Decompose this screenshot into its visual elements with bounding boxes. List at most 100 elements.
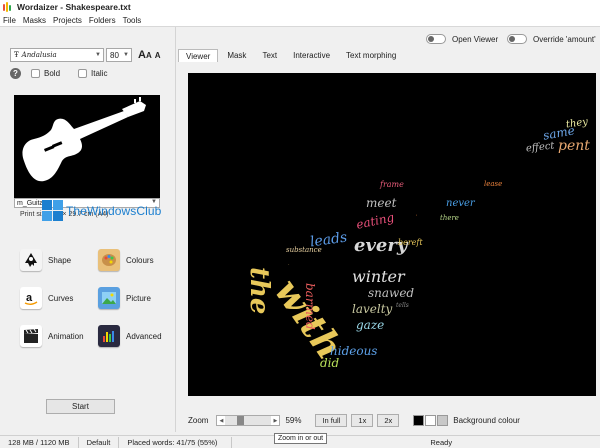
menu-masks[interactable]: Masks: [23, 16, 46, 25]
zoom-tooltip: Zoom in or out: [274, 433, 328, 444]
word: barmed: [303, 283, 317, 330]
tab-text[interactable]: Text: [255, 49, 284, 62]
open-viewer-toggle[interactable]: [426, 34, 446, 44]
word: effect: [525, 140, 555, 155]
placed-words-status: Placed words: 41/75 (55%): [119, 436, 233, 448]
zoom-slider[interactable]: ◀ ▶: [216, 415, 281, 426]
word: snawed: [368, 286, 415, 300]
title-bar: Wordaizer - Shakespeare.txt: [0, 0, 600, 14]
decrease-font-size-icon[interactable]: A: [155, 49, 161, 61]
open-viewer-option[interactable]: Open Viewer: [426, 34, 498, 44]
menu-folders[interactable]: Folders: [89, 16, 116, 25]
background-colour-label: Background colour: [453, 416, 520, 425]
memory-status: 128 MB / 1120 MB: [0, 436, 79, 448]
bg-colour-black-swatch[interactable]: [413, 415, 425, 426]
open-viewer-label: Open Viewer: [452, 34, 499, 44]
word-fragment: ·: [288, 262, 290, 268]
mode-status: Default: [79, 436, 120, 448]
zoom-controls: Zoom ◀ ▶ 59% In full 1x 2x Background co…: [188, 414, 520, 427]
font-size-value: 80: [110, 50, 119, 60]
picture-icon: [98, 287, 120, 309]
zoom-label: Zoom: [188, 416, 209, 425]
italic-checkbox[interactable]: [78, 69, 88, 78]
truetype-icon: Ŧ: [14, 51, 19, 59]
window-title: Wordaizer - Shakespeare.txt: [17, 2, 131, 12]
zoom-1x-button[interactable]: 1x: [351, 414, 374, 427]
word: substance: [286, 246, 322, 254]
zoom-thumb[interactable]: [237, 416, 245, 425]
mask-preview[interactable]: [14, 95, 160, 198]
menu-tools[interactable]: Tools: [123, 16, 142, 25]
chevron-right-icon[interactable]: ▶: [271, 418, 279, 424]
svg-text:a: a: [26, 292, 33, 304]
palette-icon: [98, 249, 120, 271]
chevron-down-icon[interactable]: ▼: [93, 49, 103, 61]
menu-bar: File Masks Projects Folders Tools: [0, 14, 600, 27]
picture-tool-button[interactable]: Picture: [98, 287, 151, 309]
font-size-select[interactable]: 80 ▼: [106, 48, 132, 62]
font-family-select[interactable]: Ŧ Andalusia ▼: [10, 48, 104, 62]
word: tells: [396, 302, 409, 309]
view-tabs: Viewer Mask Text Interactive Text morphi…: [178, 49, 405, 62]
advanced-tool-button[interactable]: Advanced: [98, 325, 162, 347]
shape-tool-label: Shape: [48, 255, 72, 265]
advanced-tool-label: Advanced: [126, 331, 162, 341]
font-controls: Ŧ Andalusia ▼ 80 ▼ AA A: [10, 48, 161, 62]
colours-tool-button[interactable]: Colours: [98, 249, 154, 271]
watermark: TheWindowsClub: [42, 200, 161, 222]
word: meet: [366, 196, 397, 210]
tab-mask[interactable]: Mask: [220, 49, 253, 62]
word: gaze: [356, 318, 385, 332]
font-family-value: Andalusia: [21, 51, 57, 59]
animation-tool-label: Animation: [48, 331, 84, 341]
tab-viewer[interactable]: Viewer: [178, 49, 219, 62]
style-controls: ? Bold Italic: [10, 68, 125, 79]
guitar-silhouette-icon: [22, 97, 146, 182]
word: winter: [352, 267, 405, 286]
zoom-in-full-button[interactable]: In full: [315, 414, 348, 427]
menu-file[interactable]: File: [3, 16, 16, 25]
word: never: [446, 198, 475, 209]
italic-label: Italic: [91, 69, 108, 78]
word: bereft: [398, 238, 423, 247]
word: eating: [354, 210, 396, 232]
bold-checkbox[interactable]: [31, 69, 40, 78]
windows-club-logo-icon: [42, 200, 64, 222]
bg-colour-grey-swatch[interactable]: [437, 415, 449, 426]
shape-tool-button[interactable]: Shape: [20, 249, 71, 271]
animation-tool-button[interactable]: Animation: [20, 325, 84, 347]
curves-tool-button[interactable]: a Curves: [20, 287, 73, 309]
word: the: [244, 267, 274, 315]
tab-text-morphing[interactable]: Text morphing: [339, 49, 403, 62]
inkscape-shape-icon: [20, 249, 42, 271]
increase-font-size-icon[interactable]: AA: [138, 49, 152, 61]
override-amount-toggle[interactable]: [507, 34, 527, 44]
word-cloud-canvas[interactable]: they same pent effect frame lease meet n…: [188, 73, 596, 396]
start-button[interactable]: Start: [46, 399, 115, 414]
override-amount-option[interactable]: Override 'amount': [507, 34, 596, 44]
override-amount-label: Override 'amount': [533, 34, 596, 44]
amazon-curves-icon: a: [20, 287, 42, 309]
ready-status: Ready: [430, 437, 453, 447]
chevron-down-icon[interactable]: ▼: [121, 49, 131, 61]
zoom-track[interactable]: [225, 416, 272, 425]
word: frame: [380, 180, 404, 189]
word: lease: [484, 180, 503, 188]
word: there: [440, 214, 459, 222]
clapperboard-icon: [20, 325, 42, 347]
left-panel: Ŧ Andalusia ▼ 80 ▼ AA A ? Bold Italic m_…: [0, 27, 176, 432]
bold-label: Bold: [44, 69, 61, 78]
zoom-percent: 59%: [285, 416, 302, 425]
menu-projects[interactable]: Projects: [53, 16, 82, 25]
bg-colour-white-swatch[interactable]: [425, 415, 437, 426]
equalizer-icon: [98, 325, 120, 347]
word: lavelty: [352, 302, 393, 316]
word-fragment: ·: [414, 212, 420, 220]
word: did: [320, 356, 340, 370]
help-icon[interactable]: ?: [10, 68, 21, 79]
wordaizer-app-icon: [3, 2, 13, 12]
tab-interactive[interactable]: Interactive: [286, 49, 337, 62]
zoom-2x-button[interactable]: 2x: [377, 414, 400, 427]
chevron-left-icon[interactable]: ◀: [217, 418, 225, 424]
word: pent: [558, 138, 590, 154]
